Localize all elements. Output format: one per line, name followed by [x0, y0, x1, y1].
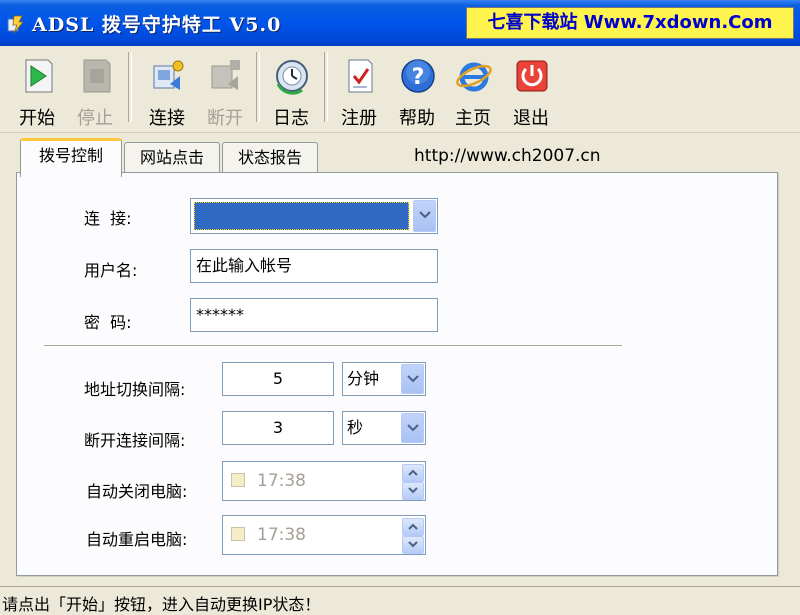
chevron-down-icon	[419, 211, 431, 219]
auto-restart-up-button[interactable]	[402, 518, 424, 536]
log-icon	[276, 60, 308, 95]
auto-shutdown-time-picker[interactable]: 17:38	[222, 461, 426, 501]
disconnect-interval-label: 断开连接间隔:	[84, 431, 186, 450]
watermark-banner: 七喜下载站 Www.7xdown.Com	[466, 7, 794, 39]
play-icon	[25, 59, 53, 93]
addr-interval-unit-value: 分钟	[347, 369, 380, 388]
disconnect-interval-unit-value: 秒	[347, 418, 364, 437]
status-bar: 请点出「开始」按钮，进入自动更换IP状态！	[0, 586, 800, 615]
connection-selected-value	[194, 202, 409, 230]
addr-interval-unit-select[interactable]: 分钟	[342, 362, 426, 396]
auto-shutdown-spinner	[402, 463, 424, 500]
chevron-down-icon	[408, 487, 418, 494]
addr-interval-unit-dropdown-button[interactable]	[401, 364, 424, 394]
connect-button[interactable]: 连接	[140, 50, 194, 130]
disconnect-interval-unit-select[interactable]: 秒	[342, 411, 426, 445]
register-button[interactable]: 注册	[332, 50, 386, 130]
addr-interval-label: 地址切换间隔:	[84, 380, 186, 399]
toolbar-separator	[128, 52, 132, 122]
website-url: http://www.ch2007.cn	[414, 146, 601, 166]
app-icon	[7, 15, 24, 34]
exit-button[interactable]: 退出	[504, 50, 558, 130]
browser-icon	[456, 62, 492, 92]
status-text: 请点出「开始」按钮，进入自动更换IP状态！	[2, 595, 321, 614]
log-button[interactable]: 日志	[264, 50, 318, 130]
register-icon	[348, 59, 373, 93]
stop-button[interactable]: 停止	[68, 50, 122, 130]
username-label: 用户名:	[84, 261, 138, 280]
stop-icon	[83, 59, 111, 93]
chevron-up-icon	[408, 523, 418, 530]
chevron-down-icon	[408, 541, 418, 548]
disconnect-interval-input[interactable]: 3	[222, 411, 334, 445]
power-icon	[516, 60, 548, 92]
auto-shutdown-label: 自动关闭电脑:	[86, 482, 188, 501]
tab-dial-control[interactable]: 拨号控制	[20, 138, 122, 177]
password-label: 密 码:	[84, 313, 132, 332]
title-bar[interactable]: ADSL 拨号守护特工 V5.0 七喜下载站 Www.7xdown.Com	[0, 0, 800, 46]
auto-shutdown-down-button[interactable]	[402, 482, 424, 500]
auto-restart-label: 自动重启电脑:	[86, 530, 188, 549]
auto-restart-time-picker[interactable]: 17:38	[222, 515, 426, 555]
homepage-button[interactable]: 主页	[446, 50, 500, 130]
section-divider	[44, 345, 622, 347]
auto-shutdown-time: 17:38	[257, 471, 306, 491]
help-button[interactable]: ? 帮助	[390, 50, 444, 130]
auto-restart-time: 17:38	[257, 525, 306, 545]
auto-restart-spinner	[402, 517, 424, 554]
disconnect-button[interactable]: 断开	[198, 50, 252, 130]
help-icon: ?	[401, 59, 435, 93]
connection-dropdown-button[interactable]	[413, 200, 436, 232]
password-input[interactable]: ******	[190, 298, 438, 332]
addr-interval-input[interactable]: 5	[222, 362, 334, 396]
auto-shutdown-up-button[interactable]	[402, 464, 424, 482]
chevron-down-icon	[407, 375, 419, 383]
toolbar-separator	[324, 52, 328, 122]
chevron-down-icon	[407, 424, 419, 432]
tab-site-click[interactable]: 网站点击	[124, 142, 220, 173]
auto-shutdown-checkbox[interactable]	[231, 473, 245, 487]
connection-select[interactable]	[190, 198, 438, 234]
disconnect-icon	[211, 60, 240, 90]
toolbar-separator	[256, 52, 260, 122]
disconnect-interval-unit-dropdown-button[interactable]	[401, 413, 424, 443]
tab-status-report[interactable]: 状态报告	[222, 142, 318, 173]
connect-icon	[153, 60, 184, 90]
username-input[interactable]: 在此输入帐号	[190, 249, 438, 283]
svg-text:?: ?	[412, 65, 425, 90]
chevron-up-icon	[408, 469, 418, 476]
start-button[interactable]: 开始	[10, 50, 64, 130]
auto-restart-checkbox[interactable]	[231, 527, 245, 541]
window-title: ADSL 拨号守护特工 V5.0	[32, 14, 282, 36]
connection-label: 连 接:	[84, 209, 132, 228]
toolbar: 开始 停止 连接 断开 日志 注册 ? 帮助 主页 退出	[0, 46, 800, 133]
auto-restart-down-button[interactable]	[402, 536, 424, 554]
